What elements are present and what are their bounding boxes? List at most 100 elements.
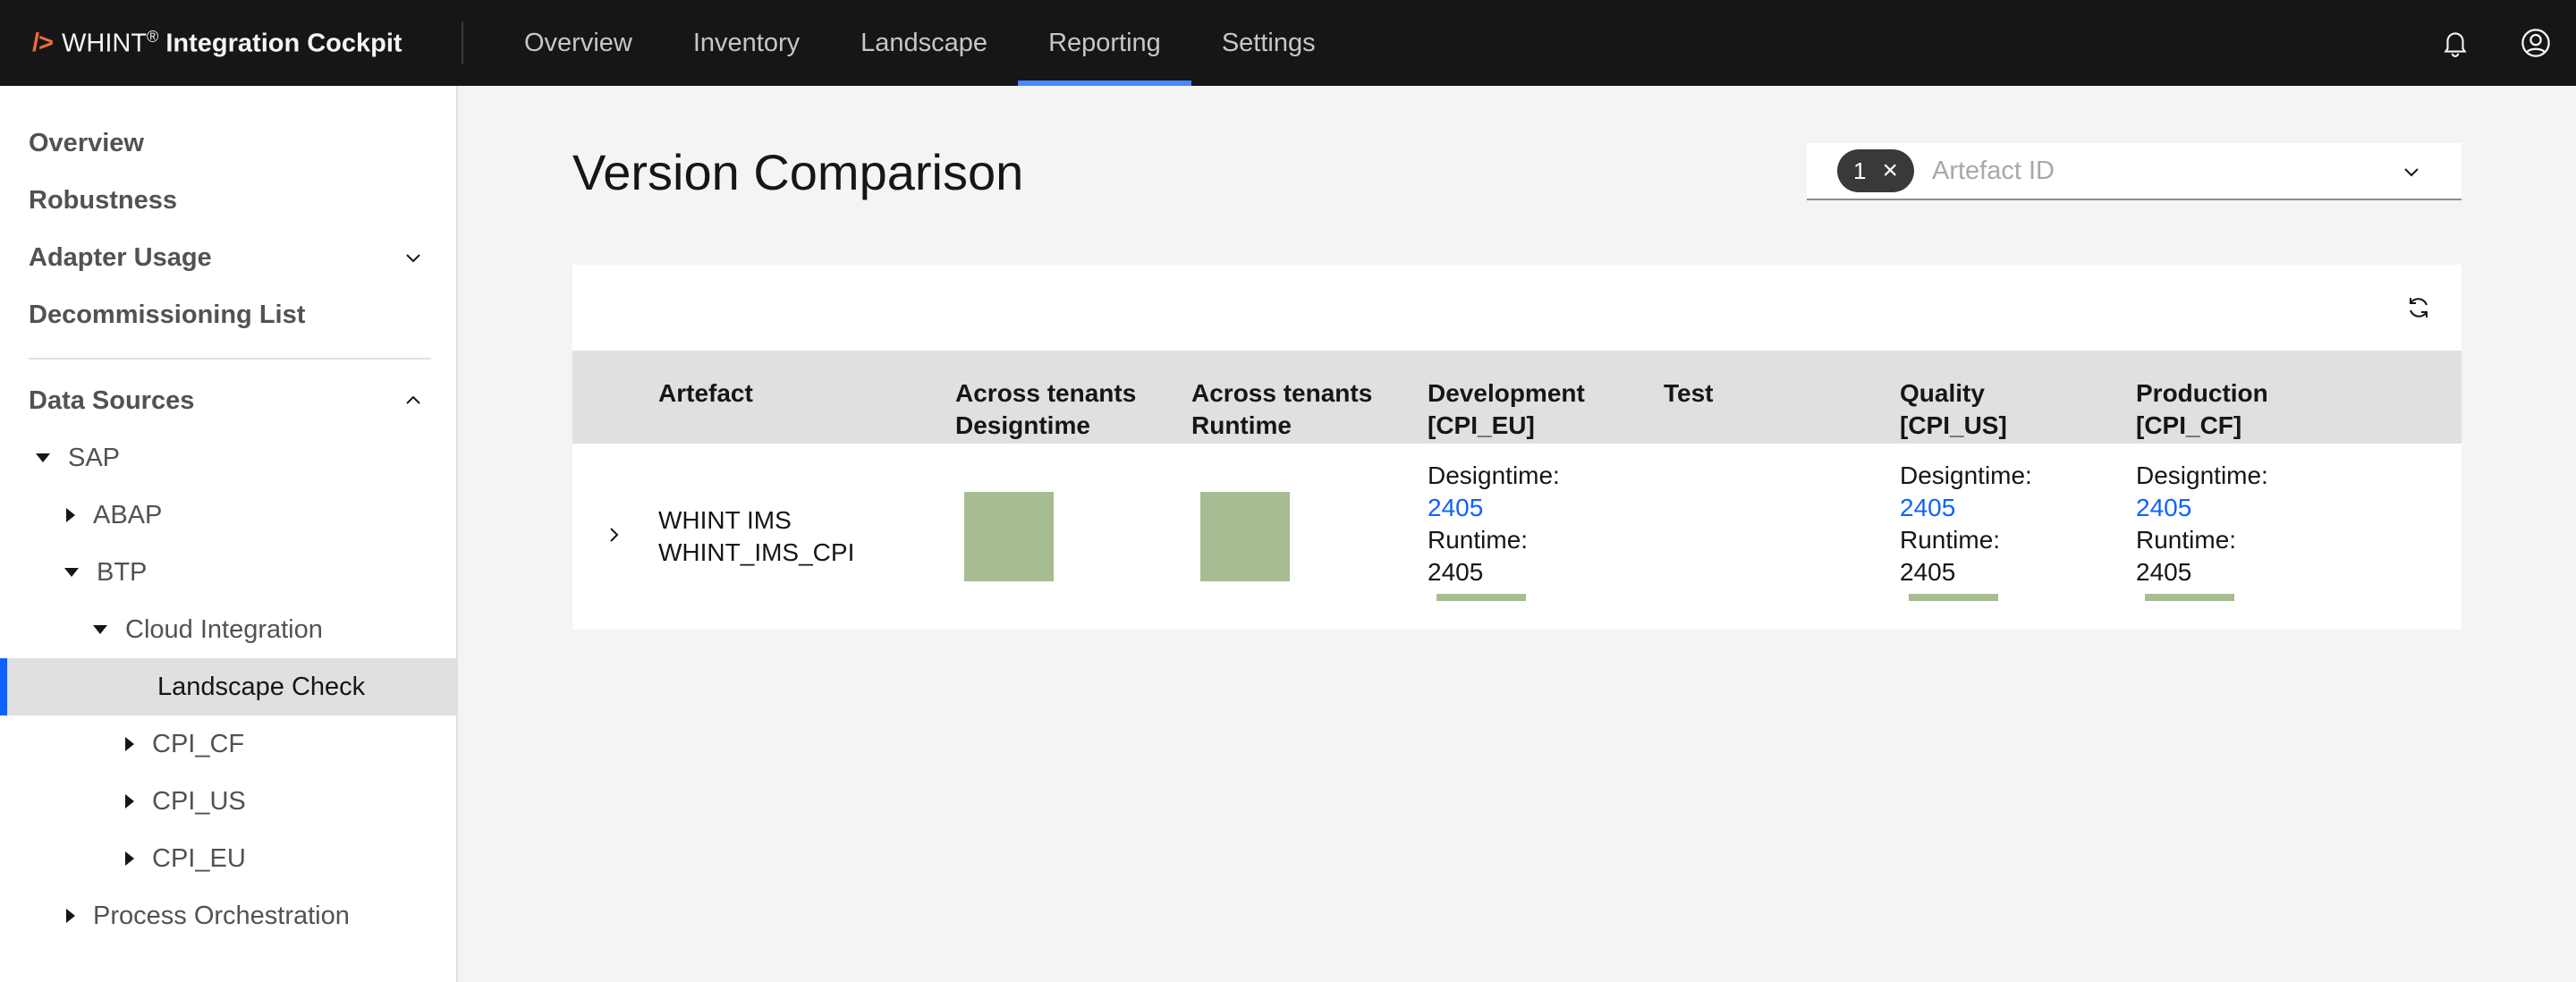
sidebar-divider [29, 358, 431, 360]
header-label: [CPI_US] [1900, 411, 2007, 439]
main-nav: Overview Inventory Landscape Reporting S… [494, 0, 1346, 86]
header-label: Quality [1900, 379, 1985, 407]
nav-settings[interactable]: Settings [1191, 0, 1346, 86]
brand-name-prefix: WHINT [62, 29, 148, 58]
user-profile-button[interactable] [2496, 0, 2576, 86]
table-header: Artefact Across tenants Designtime Acros… [572, 351, 2462, 444]
quality-designtime-link[interactable]: 2405 [1900, 494, 1955, 521]
development-cell: Designtime: 2405 Runtime: 2405 [1428, 460, 1560, 588]
runtime-label: Runtime: [1900, 526, 2001, 554]
tree-item-abap[interactable]: ABAP [0, 487, 456, 544]
header-label: Designtime [955, 411, 1090, 439]
selected-count: 1 [1853, 157, 1867, 184]
tree-item-label: SAP [68, 443, 121, 472]
nav-overview[interactable]: Overview [494, 0, 663, 86]
chevron-down-icon [406, 254, 420, 263]
chevron-right-icon[interactable] [603, 524, 624, 546]
sidebar-item-adapter-usage[interactable]: Adapter Usage [0, 229, 456, 286]
user-avatar-icon [2521, 29, 2550, 57]
artefact-id-filter[interactable]: 1 × Artefact ID [1807, 143, 2462, 200]
selected-count-tag[interactable]: 1 × [1837, 149, 1914, 192]
nav-landscape[interactable]: Landscape [830, 0, 1018, 86]
page-title: Version Comparison [572, 144, 1024, 200]
header-actions [2415, 0, 2576, 86]
header-label: Artefact [658, 379, 753, 407]
quality-runtime-value: 2405 [1900, 558, 1956, 586]
tree-item-landscape-check[interactable]: Landscape Check [0, 658, 456, 715]
tree-item-cpi-eu[interactable]: CPI_EU [0, 830, 456, 887]
filter-placeholder: Artefact ID [1932, 156, 2055, 185]
designtime-label: Designtime: [2136, 461, 2268, 489]
header-label: Across tenants [1191, 379, 1373, 407]
tree-item-sap[interactable]: SAP [0, 429, 456, 487]
caret-right-icon [66, 508, 75, 522]
tree-item-process-orchestration[interactable]: Process Orchestration [0, 887, 456, 944]
sidebar-item-data-sources[interactable]: Data Sources [0, 372, 456, 429]
runtime-match-indicator [1200, 492, 1290, 581]
column-header-artefact[interactable]: Artefact [658, 377, 753, 410]
brand-reg-mark: ® [147, 27, 159, 46]
tree-item-label: CPI_CF [152, 729, 245, 758]
prod-runtime-value: 2405 [2136, 558, 2192, 586]
tree-item-label: Process Orchestration [93, 901, 350, 930]
sidebar-item-decommissioning-list[interactable]: Decommissioning List [0, 286, 456, 343]
sidebar-item-label: Decommissioning List [29, 300, 306, 329]
tree-item-label: Cloud Integration [125, 614, 323, 644]
sidebar-item-label: Overview [29, 128, 144, 157]
column-header-quality[interactable]: Quality [CPI_US] [1900, 377, 2007, 442]
tree-item-label: ABAP [93, 500, 163, 529]
column-header-test[interactable]: Test [1664, 377, 1714, 410]
artefact-id: WHINT_IMS_CPI [658, 538, 855, 566]
brand[interactable]: /> WHINT® Integration Cockpit [0, 21, 463, 64]
tree-item-cloud-integration[interactable]: Cloud Integration [0, 601, 456, 658]
sidebar-item-overview[interactable]: Overview [0, 114, 456, 172]
caret-right-icon [125, 737, 134, 751]
header-label: Development [1428, 379, 1585, 407]
brand-logo-mark: /> [32, 28, 54, 57]
brand-name: WHINT® Integration Cockpit [62, 28, 402, 59]
chevron-up-icon [406, 395, 420, 404]
prod-designtime-link[interactable]: 2405 [2136, 494, 2191, 521]
tree-item-cpi-cf[interactable]: CPI_CF [0, 715, 456, 773]
tree-item-label: CPI_EU [152, 843, 246, 873]
tree-item-cpi-us[interactable]: CPI_US [0, 773, 456, 830]
header-label: Test [1664, 379, 1714, 407]
sidebar-item-label: Robustness [29, 185, 177, 215]
refresh-icon[interactable] [2404, 293, 2433, 322]
table-row: WHINT IMS WHINT_IMS_CPI Designtime: 2405… [572, 444, 2462, 630]
notifications-button[interactable] [2415, 0, 2496, 86]
artefact-cell: WHINT IMS WHINT_IMS_CPI [658, 504, 854, 569]
brand-name-suffix: Integration Cockpit [158, 29, 402, 58]
runtime-label: Runtime: [1428, 526, 1529, 554]
tree-item-btp[interactable]: BTP [0, 544, 456, 601]
caret-down-icon [64, 568, 79, 577]
table-toolbar [572, 265, 2462, 351]
dev-designtime-link[interactable]: 2405 [1428, 494, 1483, 521]
clear-selection-icon[interactable]: × [1882, 156, 1898, 186]
column-header-across-runtime[interactable]: Across tenants Runtime [1191, 377, 1372, 442]
tree-item-label: CPI_US [152, 786, 246, 816]
column-header-development[interactable]: Development [CPI_EU] [1428, 377, 1585, 442]
quality-cell: Designtime: 2405 Runtime: 2405 [1900, 460, 2032, 588]
sidebar-item-robustness[interactable]: Robustness [0, 172, 456, 229]
designtime-match-indicator [964, 492, 1054, 581]
artefact-name: WHINT IMS [658, 506, 792, 534]
dev-runtime-value: 2405 [1428, 558, 1484, 586]
top-header: /> WHINT® Integration Cockpit Overview I… [0, 0, 2576, 86]
quality-status-bar [1909, 594, 1998, 601]
sidebar: Overview Robustness Adapter Usage Decomm… [0, 86, 458, 982]
bell-icon [2444, 32, 2467, 57]
sidebar-item-label: Data Sources [29, 385, 195, 415]
caret-down-icon [36, 453, 50, 462]
caret-right-icon [125, 851, 134, 866]
caret-down-icon [93, 625, 107, 634]
header-label: Runtime [1191, 411, 1292, 439]
header-label: [CPI_EU] [1428, 411, 1535, 439]
nav-inventory[interactable]: Inventory [663, 0, 830, 86]
nav-reporting[interactable]: Reporting [1018, 0, 1191, 86]
header-label: Across tenants [955, 379, 1137, 407]
column-header-production[interactable]: Production [CPI_CF] [2136, 377, 2268, 442]
column-header-across-designtime[interactable]: Across tenants Designtime [955, 377, 1136, 442]
header-label: [CPI_CF] [2136, 411, 2242, 439]
dev-status-bar [1436, 594, 1526, 601]
